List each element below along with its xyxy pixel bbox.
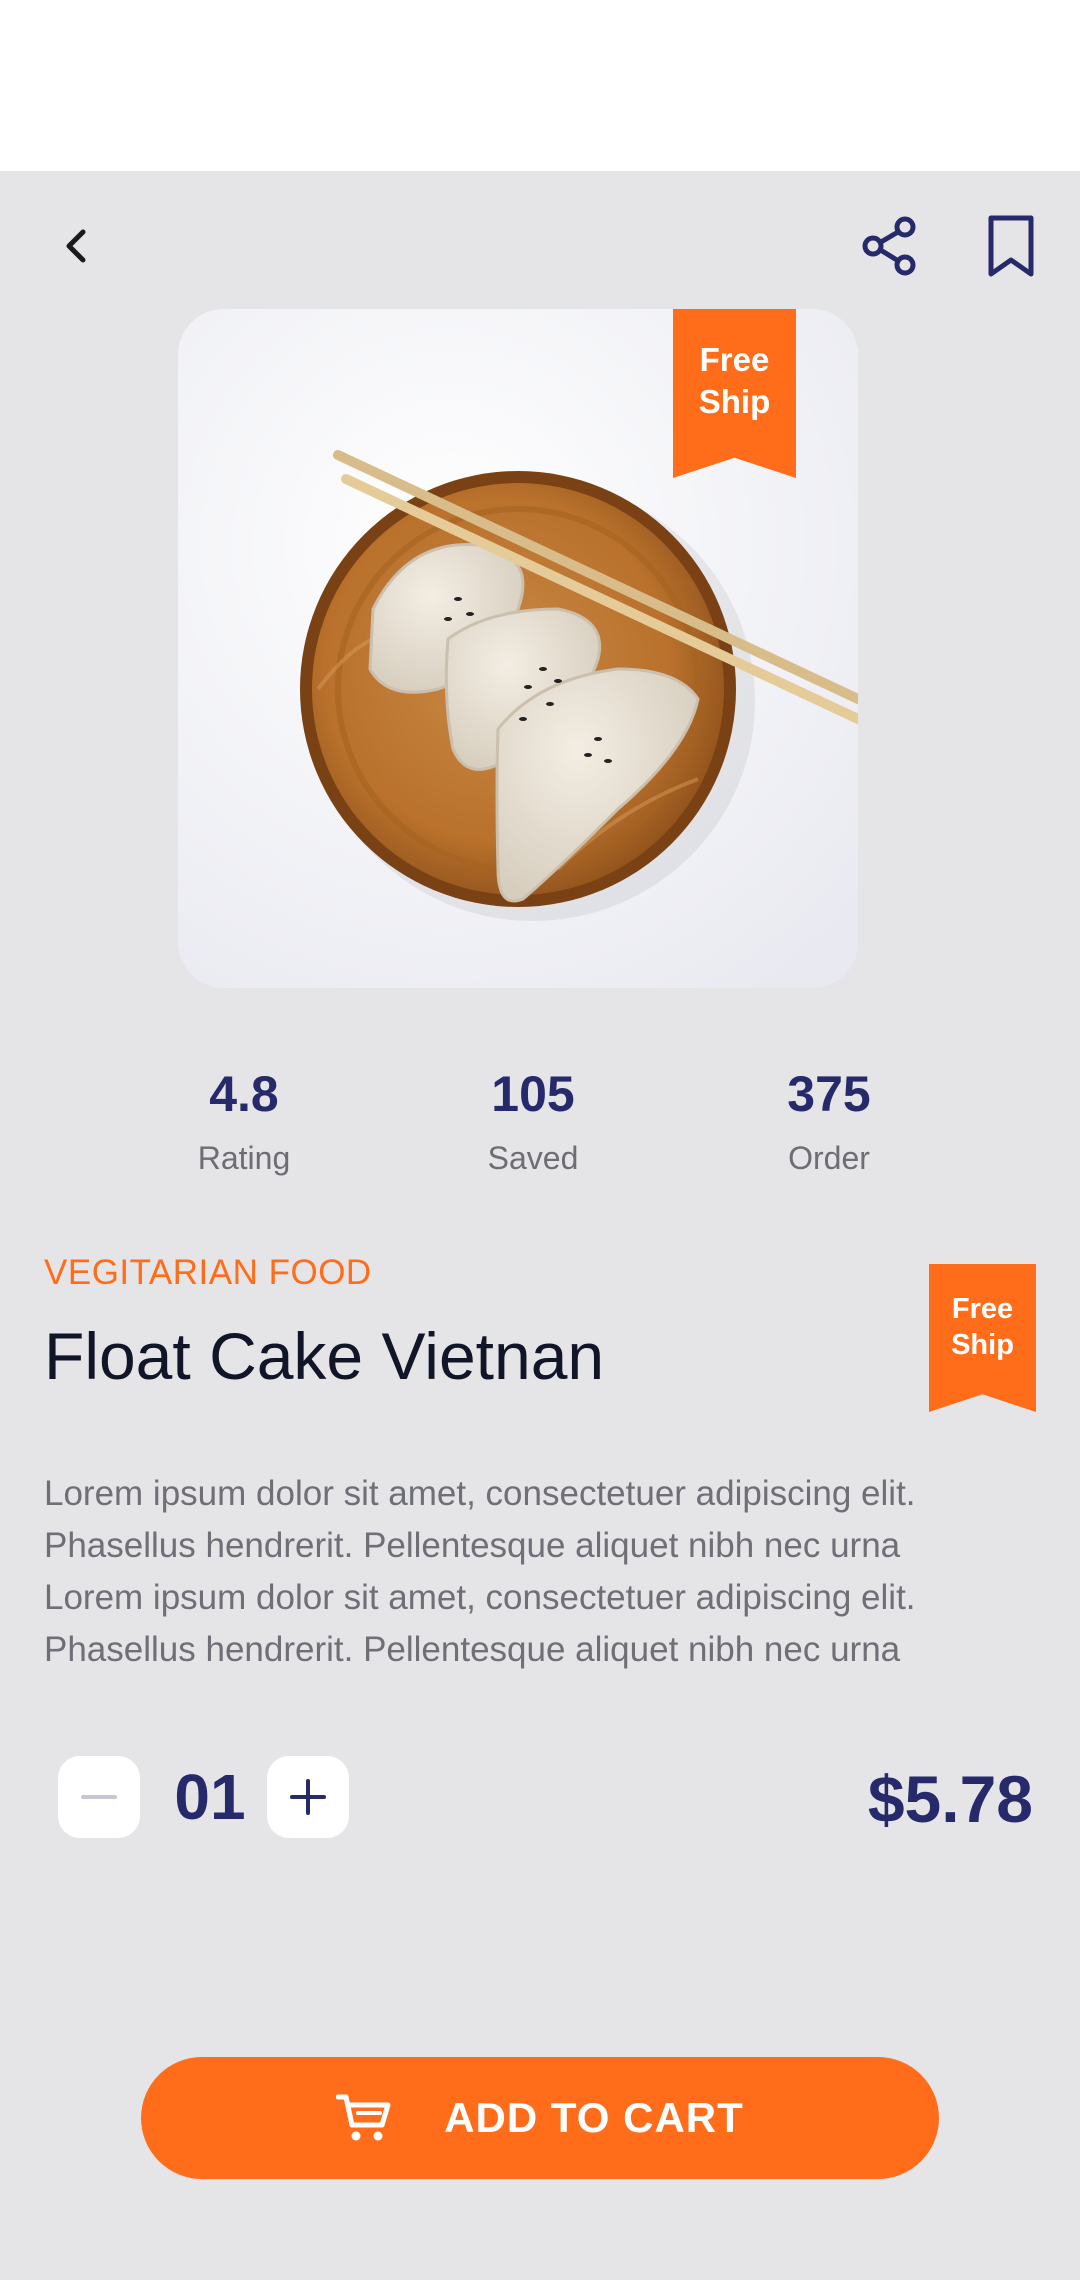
- add-to-cart-button[interactable]: ADD TO CART: [141, 2057, 939, 2179]
- stat-rating: 4.8 Rating: [144, 1062, 344, 1178]
- share-icon: [862, 216, 916, 276]
- back-button[interactable]: [40, 205, 112, 287]
- add-to-cart-label: ADD TO CART: [444, 2094, 744, 2141]
- bookmark-button[interactable]: [975, 205, 1047, 287]
- product-title: Float Cake Vietnan: [44, 1319, 605, 1393]
- badge-line: Ship: [951, 1329, 1014, 1361]
- badge-line: Ship: [698, 383, 771, 420]
- share-button[interactable]: [850, 205, 930, 287]
- product-category: VEGITARIAN FOOD: [44, 1253, 372, 1292]
- stat-value: 105: [491, 1066, 575, 1122]
- stat-label: Saved: [487, 1140, 579, 1176]
- badge-line: Free: [699, 341, 770, 378]
- minus-icon: [81, 1795, 117, 1799]
- badge-line: Free: [951, 1293, 1014, 1325]
- description-line: Lorem ipsum dolor sit amet, consectetuer…: [44, 1578, 916, 1617]
- free-ship-badge: Free Ship: [929, 1264, 1036, 1412]
- plus-icon: [290, 1779, 326, 1815]
- stat-label: Order: [788, 1140, 870, 1176]
- bookmark-icon: [988, 215, 1034, 277]
- product-description: Lorem ipsum dolor sit amet, consectetuer…: [44, 1468, 1044, 1676]
- increase-quantity-button[interactable]: [267, 1756, 349, 1838]
- free-ship-badge: Free Ship: [673, 309, 796, 478]
- description-line: Lorem ipsum dolor sit amet, consectetuer…: [44, 1474, 916, 1513]
- status-bar: [0, 0, 1080, 171]
- stat-value: 4.8: [209, 1066, 279, 1122]
- stat-label: Rating: [197, 1140, 291, 1176]
- product-price: $5.78: [867, 1762, 1033, 1836]
- stat-order: 375 Order: [729, 1062, 929, 1178]
- stat-value: 375: [787, 1066, 871, 1122]
- description-line: Phasellus hendrerit. Pellentesque alique…: [44, 1526, 901, 1565]
- decrease-quantity-button[interactable]: [58, 1756, 140, 1838]
- description-line: Phasellus hendrerit. Pellentesque alique…: [44, 1630, 901, 1669]
- chevron-left-icon: [66, 229, 86, 263]
- stat-saved: 105 Saved: [433, 1062, 633, 1178]
- cart-icon: [336, 2094, 391, 2141]
- quantity-value: 01: [174, 1761, 246, 1833]
